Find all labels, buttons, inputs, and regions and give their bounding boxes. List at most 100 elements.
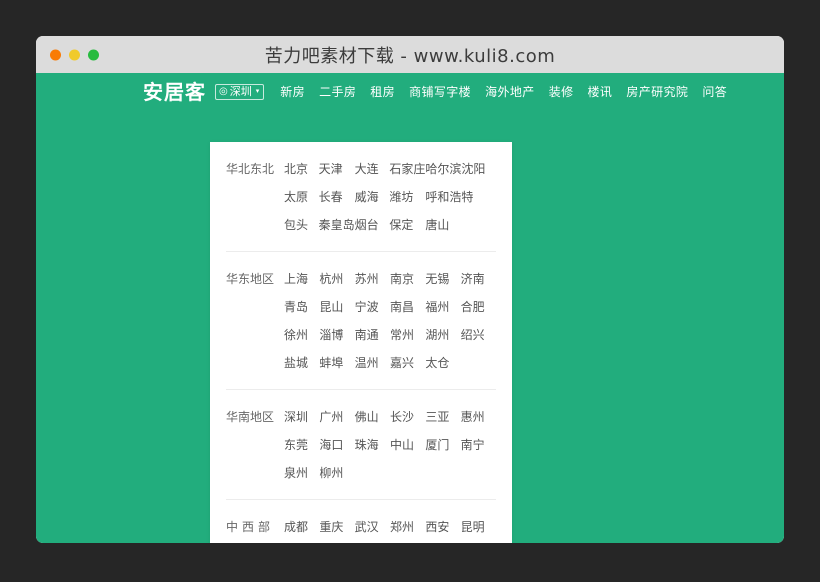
city-item[interactable]: 滨州 (425, 541, 460, 543)
region-group: 华南地区 深圳 广州 佛山 长沙 三亚 惠州东莞 海口 珠海 中山 厦门 南宁泉州 柳州 (226, 390, 496, 500)
city-item[interactable]: 哈尔滨 (425, 155, 461, 183)
city-item[interactable]: 石家庄 (389, 155, 425, 183)
city-item[interactable]: 合肥 (461, 293, 496, 321)
city-item[interactable]: 福州 (425, 293, 460, 321)
city-item[interactable]: 苏州 (355, 265, 390, 293)
region-label: 中西部 (226, 520, 275, 534)
city-item[interactable]: 重庆 (319, 513, 354, 541)
region-group: 华东地区 上海 杭州 苏州 南京 无锡 济南青岛 昆山 宁波 南昌 福州 合肥徐州 淄博 南通 常州 湖州 绍兴… (226, 252, 496, 390)
city-item[interactable]: 昆明 (461, 513, 496, 541)
window-title: 苦力吧素材下载 - www.kuli8.com (264, 45, 556, 67)
city-item[interactable]: 三亚 (425, 403, 460, 431)
city-selector-button[interactable]: ◎ 深圳 ▾ (215, 84, 265, 100)
window-controls (50, 49, 99, 60)
nav-link-zhuangxiu[interactable]: 装修 (549, 86, 574, 98)
city-item[interactable]: 湖州 (425, 321, 460, 349)
city-item[interactable]: 深圳 (284, 403, 319, 431)
city-item[interactable]: 咸阳 (461, 541, 496, 543)
city-grid: 深圳 广州 佛山 长沙 三亚 惠州东莞 海口 珠海 中山 厦门 南宁泉州 柳州 (284, 403, 496, 487)
chevron-down-icon: ▾ (255, 87, 260, 95)
city-item[interactable]: 太原 (284, 183, 319, 211)
city-item[interactable]: 洛阳 (355, 541, 390, 543)
nav-link-haiwai[interactable]: 海外地产 (485, 86, 535, 98)
nav-links: 新房 二手房 租房 商铺写字楼 海外地产 装修 楼讯 房产研究院 问答 (280, 86, 727, 98)
city-item[interactable]: 盐城 (284, 349, 319, 377)
region-label: 华南地区 (226, 410, 275, 424)
city-dropdown-panel: 华北东北 北京 天津 大连 石家庄 哈尔滨 沈阳太原 长春 威海 潍坊 呼和浩特包头 秦皇岛 烟台 保定唐… (210, 142, 512, 543)
city-item[interactable]: 长沙 (390, 403, 425, 431)
city-item[interactable]: 淄博 (319, 321, 354, 349)
city-item[interactable]: 包头 (284, 211, 319, 239)
city-item[interactable]: 南京 (390, 265, 425, 293)
city-item[interactable]: 杭州 (319, 265, 354, 293)
nav-link-zufang[interactable]: 租房 (370, 86, 395, 98)
city-item[interactable]: 嘉兴 (390, 349, 425, 377)
city-item[interactable]: 佛山 (355, 403, 390, 431)
region-group: 华北东北 北京 天津 大连 石家庄 哈尔滨 沈阳太原 长春 威海 潍坊 呼和浩特包头 秦皇岛 烟台 保定唐… (226, 142, 496, 252)
city-item[interactable]: 海口 (319, 431, 354, 459)
city-item[interactable]: 西安 (425, 513, 460, 541)
city-item[interactable]: 泉州 (284, 459, 319, 487)
city-item[interactable]: 秦皇岛 (319, 211, 355, 239)
site-logo[interactable]: 安居客 (143, 82, 206, 102)
city-item[interactable]: 温州 (355, 349, 390, 377)
city-item[interactable]: 珠海 (355, 431, 390, 459)
city-item[interactable]: 烟台 (355, 211, 390, 239)
city-item[interactable]: 南宁 (461, 431, 496, 459)
city-item[interactable]: 保定 (389, 211, 425, 239)
close-window-button[interactable] (50, 49, 61, 60)
city-item[interactable]: 绍兴 (461, 321, 496, 349)
maximize-window-button[interactable] (88, 49, 99, 60)
city-item[interactable]: 昆山 (319, 293, 354, 321)
nav-link-yanjiuyuan[interactable]: 房产研究院 (626, 86, 688, 98)
city-item[interactable]: 厦门 (425, 431, 460, 459)
city-item[interactable]: 兰州 (319, 541, 354, 543)
city-item[interactable]: 青岛 (284, 293, 319, 321)
city-item[interactable]: 南昌 (390, 293, 425, 321)
city-item[interactable]: 成都 (284, 513, 319, 541)
city-item[interactable]: 武汉 (355, 513, 390, 541)
city-item[interactable]: 潍坊 (389, 183, 425, 211)
city-item[interactable]: 沈阳 (461, 155, 496, 183)
city-item[interactable]: 大连 (355, 155, 390, 183)
city-item[interactable]: 天津 (319, 155, 355, 183)
nav-link-wenda[interactable]: 问答 (702, 86, 727, 98)
city-item[interactable]: 惠州 (461, 403, 496, 431)
region-label: 华北东北 (226, 162, 275, 176)
city-item[interactable]: 南通 (355, 321, 390, 349)
city-selector-label: 深圳 (229, 85, 252, 98)
city-item[interactable]: 无锡 (425, 265, 460, 293)
city-grid: 成都重庆武汉郑州西安昆明贵阳兰州洛阳南阳滨州咸阳绵阳乌鲁木齐 (284, 513, 496, 543)
city-item[interactable]: 贵阳 (284, 541, 319, 543)
region-label: 华东地区 (226, 272, 275, 286)
city-item[interactable]: 蚌埠 (319, 349, 354, 377)
city-item[interactable]: 上海 (284, 265, 319, 293)
city-item[interactable]: 常州 (390, 321, 425, 349)
city-item[interactable]: 太仓 (425, 349, 460, 377)
city-item[interactable]: 南阳 (390, 541, 425, 543)
city-item[interactable]: 中山 (390, 431, 425, 459)
nav-link-shangpu[interactable]: 商铺写字楼 (409, 86, 471, 98)
city-item[interactable]: 宁波 (355, 293, 390, 321)
city-item[interactable]: 郑州 (390, 513, 425, 541)
city-item[interactable]: 徐州 (284, 321, 319, 349)
city-grid: 北京 天津 大连 石家庄 哈尔滨 沈阳太原 长春 威海 潍坊 呼和浩特包头 秦皇岛 烟台 保定 唐山 (284, 155, 496, 239)
city-item[interactable]: 济南 (461, 265, 496, 293)
city-item[interactable]: 呼和浩特 (425, 183, 496, 211)
city-item[interactable]: 唐山 (425, 211, 461, 239)
city-item[interactable]: 威海 (355, 183, 390, 211)
location-pin-icon: ◎ (219, 85, 228, 97)
city-item[interactable]: 长春 (319, 183, 355, 211)
city-item[interactable]: 北京 (284, 155, 319, 183)
nav-link-louxun[interactable]: 楼讯 (588, 86, 613, 98)
region-group: 中西部成都重庆武汉郑州西安昆明贵阳兰州洛阳南阳滨州咸阳绵阳乌鲁木齐 (226, 500, 496, 543)
city-item[interactable]: 柳州 (319, 459, 354, 487)
nav-link-xinfang[interactable]: 新房 (280, 86, 305, 98)
browser-window: 苦力吧素材下载 - www.kuli8.com 安居客 ◎ 深圳 ▾ 新房 二手… (36, 36, 784, 543)
city-item[interactable]: 广州 (319, 403, 354, 431)
city-grid: 上海 杭州 苏州 南京 无锡 济南青岛 昆山 宁波 南昌 福州 合肥徐州 淄博 南通 常州 湖州 绍兴盐城 蚌埠… (284, 265, 496, 377)
nav-link-ershoufang[interactable]: 二手房 (319, 86, 356, 98)
window-title-bar: 苦力吧素材下载 - www.kuli8.com (36, 36, 784, 73)
city-item[interactable]: 东莞 (284, 431, 319, 459)
minimize-window-button[interactable] (69, 49, 80, 60)
